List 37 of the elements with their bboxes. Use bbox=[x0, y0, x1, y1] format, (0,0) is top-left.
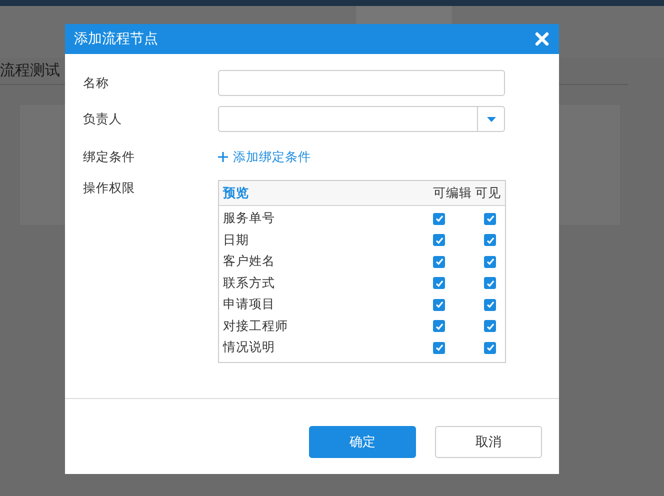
column-header: 可见 bbox=[475, 184, 502, 202]
checkbox[interactable] bbox=[433, 298, 445, 311]
checkbox[interactable] bbox=[484, 342, 496, 354]
confirm-button[interactable]: 确定 bbox=[309, 426, 416, 458]
checkbox[interactable] bbox=[484, 234, 496, 246]
cancel-button[interactable]: 取消 bbox=[435, 426, 542, 458]
field-name: 联系方式 bbox=[223, 274, 276, 292]
field-name: 申请项目 bbox=[223, 296, 276, 314]
checkbox[interactable] bbox=[433, 277, 445, 290]
checkbox[interactable] bbox=[433, 256, 445, 268]
field-label: 操作权限 bbox=[83, 180, 136, 196]
field-label: 绑定条件 bbox=[83, 148, 136, 166]
name-field[interactable] bbox=[218, 70, 505, 96]
field-label: 负责人 bbox=[83, 110, 123, 128]
close-icon[interactable] bbox=[535, 32, 549, 46]
field-name: 对接工程师 bbox=[223, 318, 289, 335]
field-label: 名称 bbox=[83, 74, 110, 92]
checkbox[interactable] bbox=[484, 212, 496, 225]
caret-icon bbox=[486, 116, 496, 122]
checkbox[interactable] bbox=[484, 277, 496, 290]
checkbox[interactable] bbox=[484, 320, 496, 332]
checkbox[interactable] bbox=[433, 212, 445, 225]
checkbox[interactable] bbox=[484, 256, 496, 268]
field-name: 客户姓名 bbox=[223, 253, 276, 270]
field-name: 服务单号 bbox=[223, 210, 276, 228]
field-name: 情况说明 bbox=[223, 339, 276, 356]
column-header: 可编辑 bbox=[433, 184, 473, 202]
plus-icon bbox=[218, 152, 228, 162]
checkbox[interactable] bbox=[433, 342, 445, 354]
checkbox[interactable] bbox=[433, 234, 445, 246]
page-title: 流程测试 bbox=[0, 61, 60, 81]
add-condition-link[interactable]: 添加绑定条件 bbox=[218, 144, 311, 170]
checkbox[interactable] bbox=[484, 298, 496, 311]
checkbox[interactable] bbox=[433, 320, 445, 332]
dialog-title: 添加流程节点 bbox=[74, 30, 158, 48]
field-name: 日期 bbox=[223, 232, 250, 249]
column-header: 预览 bbox=[223, 184, 250, 202]
